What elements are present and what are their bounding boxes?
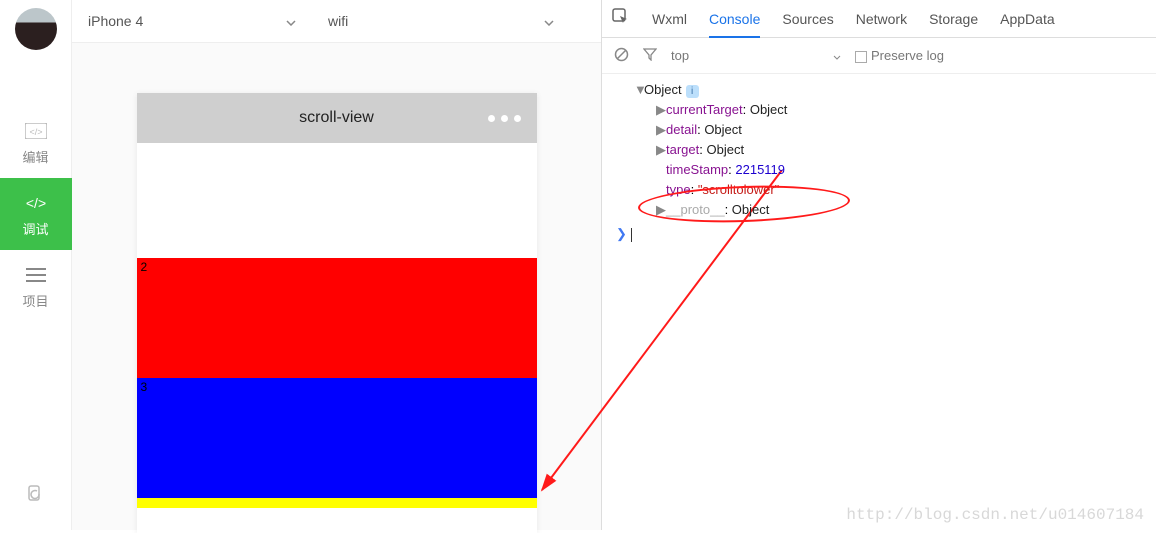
scroll-segment-white [137, 143, 537, 258]
svg-text:</>: </> [29, 127, 42, 137]
console-prop[interactable]: ▶currentTarget: Object [612, 100, 1146, 120]
tab-console[interactable]: Console [709, 11, 760, 38]
simulator-stage: scroll-view 2 3 [72, 43, 601, 533]
info-badge-icon: i [686, 85, 699, 98]
network-selector[interactable]: wifi [312, 0, 570, 42]
segment-index: 2 [141, 260, 148, 274]
context-value: top [671, 48, 689, 63]
scroll-segment-yellow [137, 498, 537, 508]
code-brackets-icon: </> [24, 119, 48, 143]
console-object-root[interactable]: ▼Objecti [612, 80, 1146, 100]
tab-storage[interactable]: Storage [929, 11, 978, 27]
left-sidebar: </> 编辑 </> 调试 项目 [0, 0, 72, 530]
device-selector[interactable]: iPhone 4 [72, 0, 312, 42]
console-prompt[interactable]: ❯ [612, 226, 1146, 242]
console-prop[interactable]: timeStamp: 2215119 [612, 160, 1146, 180]
console-prop[interactable]: ▶detail: Object [612, 120, 1146, 140]
console-prop[interactable]: ▶__proto__: Object [612, 200, 1146, 220]
chevron-down-icon [286, 13, 296, 29]
sidebar-item-label: 项目 [22, 291, 48, 310]
sidebar-item-debug[interactable]: </> 调试 [0, 178, 72, 250]
console-toolbar: top Preserve log [602, 38, 1156, 74]
sidebar-item-label: 调试 [22, 219, 48, 238]
scroll-view[interactable]: 2 3 [137, 143, 537, 533]
network-selector-value: wifi [328, 13, 348, 29]
simulator-toolbar: iPhone 4 wifi [72, 0, 601, 43]
sidebar-item-project[interactable]: 项目 [0, 250, 72, 322]
preserve-log-label: Preserve log [871, 48, 944, 63]
device-selector-value: iPhone 4 [88, 13, 143, 29]
sidebar-item-label: 编辑 [22, 147, 48, 166]
page-title: scroll-view [299, 109, 374, 127]
tab-wxml[interactable]: Wxml [652, 11, 687, 27]
device-frame: scroll-view 2 3 [137, 93, 537, 533]
devtools-panel: Wxml Console Sources Network Storage App… [601, 0, 1156, 530]
chevron-down-icon [833, 48, 841, 63]
segment-index: 3 [141, 380, 148, 394]
chevron-down-icon [544, 13, 554, 29]
debug-icon: </> [24, 191, 48, 215]
tab-sources[interactable]: Sources [782, 11, 833, 27]
avatar[interactable] [15, 8, 57, 50]
devtools-tabs: Wxml Console Sources Network Storage App… [602, 0, 1156, 38]
inspect-icon[interactable] [612, 8, 630, 29]
sync-icon [24, 482, 48, 506]
scroll-segment-blue: 3 [137, 378, 537, 498]
device-nav-bar: scroll-view [137, 93, 537, 143]
sidebar-item-edit[interactable]: </> 编辑 [0, 106, 72, 178]
more-icon[interactable] [488, 115, 521, 122]
preserve-log-checkbox[interactable]: Preserve log [855, 48, 944, 63]
console-prop[interactable]: ▶target: Object [612, 140, 1146, 160]
scroll-segment-red: 2 [137, 258, 537, 378]
hamburger-icon [24, 263, 48, 287]
filter-icon[interactable] [643, 47, 657, 64]
svg-text:</>: </> [25, 195, 45, 211]
simulator-panel: iPhone 4 wifi scroll-view [72, 0, 601, 530]
sidebar-item-sync[interactable] [0, 458, 72, 530]
context-selector[interactable]: top [671, 48, 841, 63]
console-output[interactable]: ▼Objecti ▶currentTarget: Object ▶detail:… [602, 74, 1156, 530]
tab-network[interactable]: Network [856, 11, 907, 27]
tab-appdata[interactable]: AppData [1000, 11, 1054, 27]
clear-console-icon[interactable] [614, 47, 629, 65]
console-prop[interactable]: type: "scrolltolower" [612, 180, 1146, 200]
